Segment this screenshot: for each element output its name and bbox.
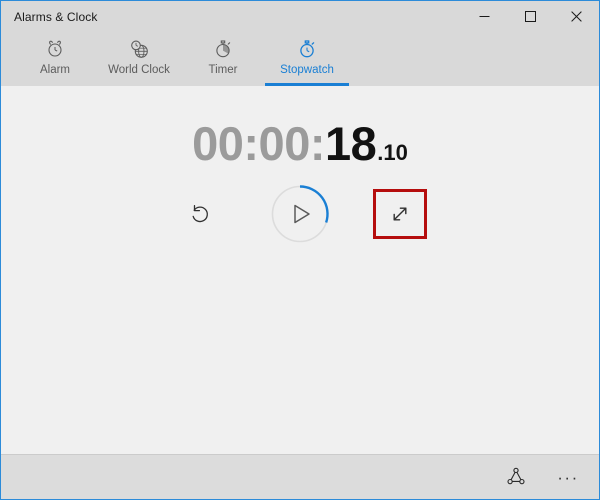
more-options-icon: ··· xyxy=(557,467,579,487)
maximize-icon xyxy=(524,11,536,22)
maximize-button[interactable] xyxy=(507,1,553,32)
stopwatch-page: 00:00: 18 .10 xyxy=(1,86,599,454)
tab-stopwatch[interactable]: Stopwatch xyxy=(259,32,355,86)
tab-timer[interactable]: Timer xyxy=(187,32,259,86)
stopwatch-time-display: 00:00: 18 .10 xyxy=(1,120,599,167)
title-bar: Alarms & Clock xyxy=(1,1,599,32)
reset-icon xyxy=(192,204,208,223)
window-title: Alarms & Clock xyxy=(14,9,98,24)
start-button[interactable] xyxy=(270,184,330,244)
alarm-clock-icon xyxy=(45,37,65,61)
tab-world-clock-label: World Clock xyxy=(108,64,170,76)
play-progress-ring xyxy=(271,185,329,243)
time-fraction: .10 xyxy=(377,140,408,165)
expand-icon xyxy=(393,207,407,221)
tab-timer-label: Timer xyxy=(208,64,238,76)
share-icon xyxy=(507,467,525,485)
stopwatch-icon xyxy=(297,37,317,61)
tab-alarm[interactable]: Alarm xyxy=(19,32,91,86)
tab-alarm-label: Alarm xyxy=(39,64,71,76)
more-options-button[interactable]: ··· xyxy=(547,457,589,497)
tab-world-clock[interactable]: World Clock xyxy=(91,32,187,86)
time-seconds: 18 xyxy=(324,117,377,170)
minimize-icon xyxy=(479,16,489,17)
tab-stopwatch-label: Stopwatch xyxy=(280,64,334,76)
close-button[interactable] xyxy=(553,1,599,32)
time-hours-minutes: 00:00: xyxy=(192,117,325,170)
timer-icon xyxy=(213,37,233,61)
close-icon xyxy=(570,11,582,22)
reset-button[interactable] xyxy=(178,192,222,236)
share-button[interactable] xyxy=(495,457,537,497)
bottom-app-bar: ··· xyxy=(1,454,599,499)
app-window: Alarms & Clock Alarm World Clock Timer S… xyxy=(0,0,600,500)
minimize-button[interactable] xyxy=(461,1,507,32)
stopwatch-controls xyxy=(1,184,599,244)
tab-strip: Alarm World Clock Timer Stopwatch xyxy=(1,32,599,86)
expand-button[interactable] xyxy=(373,189,427,239)
globe-clock-icon xyxy=(129,37,150,61)
window-caption-buttons xyxy=(461,1,599,32)
